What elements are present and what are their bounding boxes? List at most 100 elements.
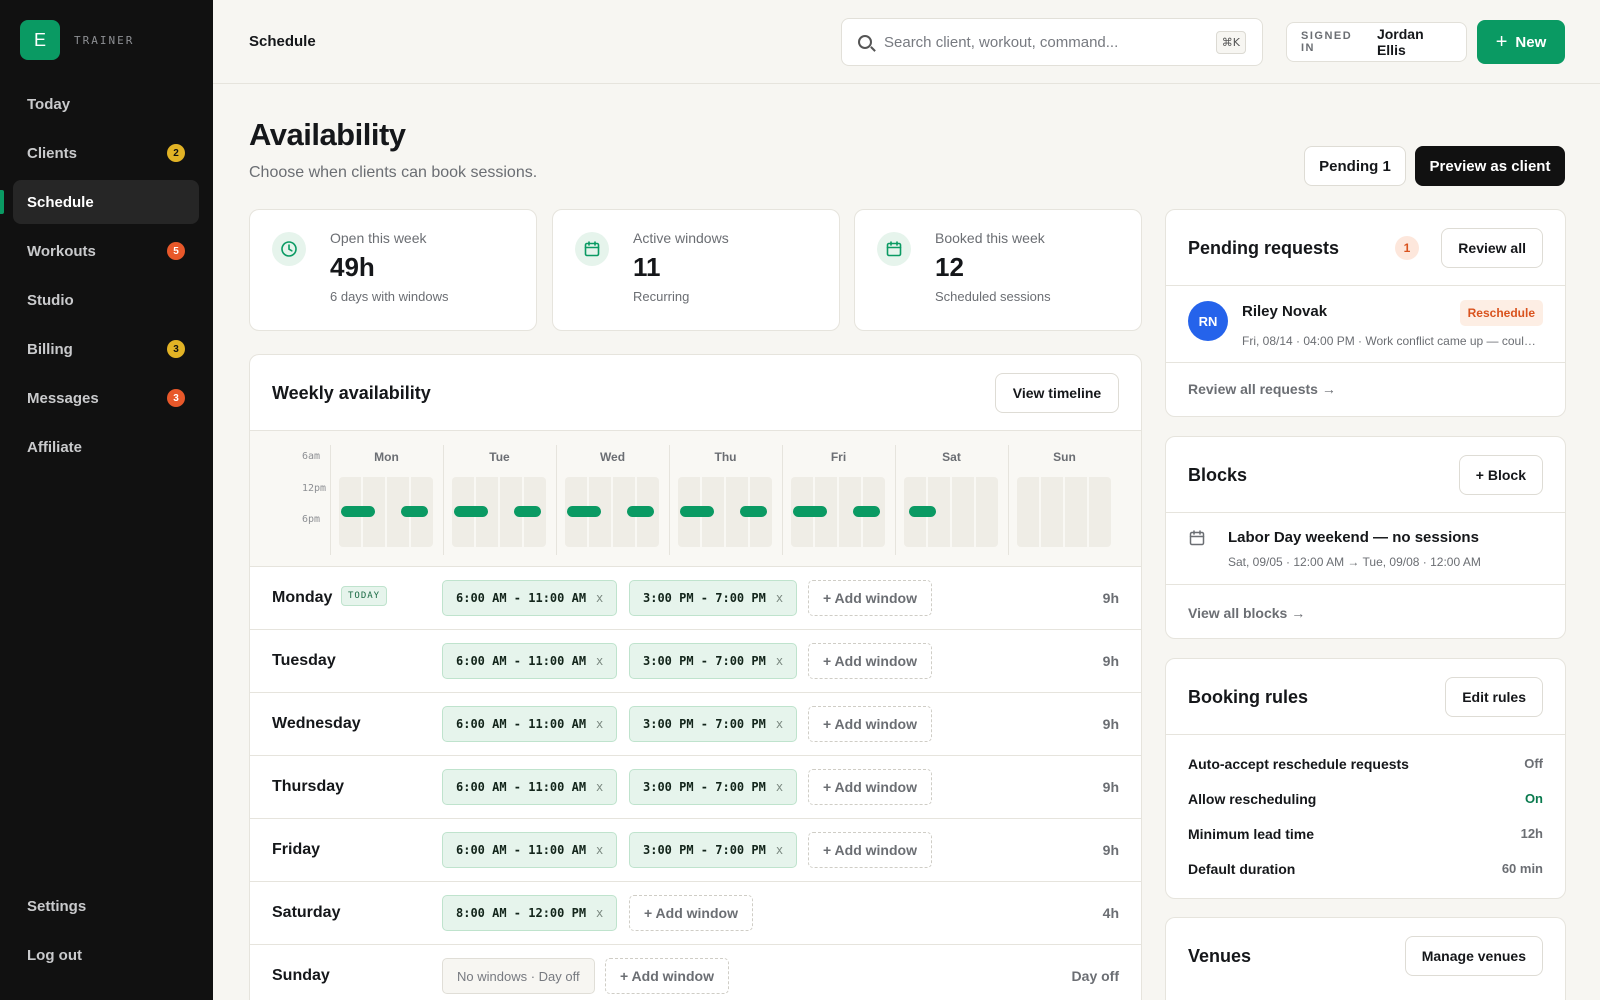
request-item[interactable]: RN Riley Novak Reschedule Fri, 08/14 · 0… — [1166, 286, 1565, 363]
sidebar-item-messages[interactable]: Messages 3 — [13, 376, 199, 420]
remove-window-icon[interactable]: x — [596, 843, 603, 857]
time-window-chip[interactable]: 3:00 PM - 7:00 PM x — [629, 706, 798, 742]
day-total: 4h — [1102, 905, 1119, 921]
rule-row: Default duration 60 min — [1188, 861, 1543, 877]
availability-bar — [454, 506, 488, 517]
day-column-sat[interactable]: Sat — [895, 445, 1007, 555]
day-column-wed[interactable]: Wed — [556, 445, 668, 555]
day-row-friday: Friday 6:00 AM - 11:00 AM x 3:00 PM - 7:0… — [250, 819, 1141, 882]
count-badge: 5 — [167, 242, 185, 260]
block-item[interactable]: Labor Day weekend — no sessions Sat, 09/… — [1166, 513, 1565, 585]
day-column-sun[interactable]: Sun — [1008, 445, 1120, 555]
day-column-fri[interactable]: Fri — [782, 445, 894, 555]
day-total: 9h — [1102, 653, 1119, 669]
rule-value: 60 min — [1501, 861, 1543, 876]
stat-value: 49h — [330, 252, 375, 282]
rule-label: Minimum lead time — [1188, 826, 1315, 842]
preview-as-client-button[interactable]: Preview as client — [1415, 146, 1565, 186]
time-window-label: 3:00 PM - 7:00 PM — [643, 717, 766, 731]
day-label: Wed — [599, 450, 626, 464]
day-column-tue[interactable]: Tue — [443, 445, 555, 555]
time-window-label: 6:00 AM - 11:00 AM — [456, 780, 587, 794]
availability-bar — [740, 506, 767, 517]
rule-label: Default duration — [1188, 861, 1296, 877]
search-input[interactable]: Search client, workout, command... ⌘K — [841, 18, 1263, 66]
remove-window-icon[interactable]: x — [776, 843, 783, 857]
day-label: Fri — [830, 450, 847, 464]
time-window-chip[interactable]: 3:00 PM - 7:00 PM x — [629, 580, 798, 616]
add-window-button[interactable]: + Add window — [808, 643, 932, 679]
day-name: Thursday — [272, 778, 345, 795]
page-title: Availability — [249, 117, 406, 152]
reschedule-tag: Reschedule — [1459, 300, 1543, 326]
time-window-chip[interactable]: 6:00 AM - 11:00 AM x — [442, 832, 618, 868]
pending-button[interactable]: Pending 1 — [1304, 146, 1406, 186]
sidebar-item-studio[interactable]: Studio — [13, 278, 199, 322]
sidebar-item-logout[interactable]: Log out — [13, 933, 199, 977]
add-window-button[interactable]: + Add window — [808, 832, 932, 868]
view-all-blocks-link[interactable]: View all blocks → — [1188, 605, 1305, 621]
remove-window-icon[interactable]: x — [776, 591, 783, 605]
sidebar-item-label: Clients — [27, 144, 78, 162]
remove-window-icon[interactable]: x — [776, 780, 783, 794]
remove-window-icon[interactable]: x — [596, 717, 603, 731]
manage-venues-button[interactable]: Manage venues — [1404, 936, 1543, 976]
day-cell — [1017, 477, 1111, 547]
review-all-requests-link[interactable]: Review all requests → — [1188, 381, 1336, 397]
sidebar-item-clients[interactable]: Clients 2 — [13, 131, 199, 175]
time-window-chip[interactable]: 3:00 PM - 7:00 PM x — [629, 832, 798, 868]
logo-text: TRAINER — [74, 33, 135, 47]
time-window-chip[interactable]: 6:00 AM - 11:00 AM x — [442, 769, 618, 805]
sidebar-item-settings[interactable]: Settings — [13, 884, 199, 928]
edit-rules-button[interactable]: Edit rules — [1445, 677, 1543, 717]
day-column-thu[interactable]: Thu — [669, 445, 781, 555]
breadcrumb[interactable]: Schedule — [249, 33, 316, 50]
add-window-button[interactable]: + Add window — [808, 706, 932, 742]
time-window-chip[interactable]: 6:00 AM - 11:00 AM x — [442, 706, 618, 742]
sidebar-item-workouts[interactable]: Workouts 5 — [13, 229, 199, 273]
card-header: Weekly availability View timeline — [250, 355, 1141, 431]
sidebar-nav: Today Clients 2 Schedule Workouts 5 Studio… — [0, 82, 199, 474]
calendar-icon — [877, 232, 911, 266]
sidebar-bottom: Settings Log out — [13, 884, 199, 982]
new-button[interactable]: + New — [1477, 20, 1565, 64]
stat-value: 12 — [935, 252, 964, 282]
remove-window-icon[interactable]: x — [596, 591, 603, 605]
add-window-button[interactable]: + Add window — [808, 580, 932, 616]
add-window-button[interactable]: + Add window — [629, 895, 753, 931]
remove-window-icon[interactable]: x — [596, 906, 603, 920]
rule-value: 12h — [1520, 826, 1543, 841]
page-subtitle: Choose when clients can book sessions. — [249, 164, 538, 181]
add-window-button[interactable]: + Add window — [605, 958, 729, 994]
day-label: Sun — [1053, 450, 1076, 464]
sidebar-item-today[interactable]: Today — [13, 82, 199, 126]
stat-note: Scheduled sessions — [935, 289, 1051, 304]
review-all-button[interactable]: Review all — [1441, 228, 1543, 268]
sidebar: E TRAINER Today Clients 2 Schedule Workou… — [0, 0, 213, 1000]
day-label: Mon — [374, 450, 399, 464]
signed-in-user[interactable]: SIGNED IN Jordan Ellis — [1286, 22, 1467, 62]
time-window-label: 6:00 AM - 11:00 AM — [456, 654, 587, 668]
logo[interactable]: E TRAINER — [20, 20, 134, 60]
time-window-chip[interactable]: 3:00 PM - 7:00 PM x — [629, 643, 798, 679]
time-window-label: 3:00 PM - 7:00 PM — [643, 780, 766, 794]
remove-window-icon[interactable]: x — [596, 780, 603, 794]
view-timeline-button[interactable]: View timeline — [995, 373, 1119, 413]
remove-window-icon[interactable]: x — [776, 654, 783, 668]
panel-title: Pending requests — [1188, 238, 1340, 258]
day-column-mon[interactable]: Mon — [330, 445, 442, 555]
time-window-chip[interactable]: 6:00 AM - 11:00 AM x — [442, 643, 618, 679]
week-overview-grid: 6am 12pm 6pm Mon Tue Wed Thu Fri Sat Sun — [250, 431, 1141, 567]
time-window-chip[interactable]: 8:00 AM - 12:00 PM x — [442, 895, 618, 931]
sidebar-item-affiliate[interactable]: Affiliate — [13, 425, 199, 469]
sidebar-item-schedule[interactable]: Schedule — [0, 180, 199, 224]
remove-window-icon[interactable]: x — [776, 717, 783, 731]
remove-window-icon[interactable]: x — [596, 654, 603, 668]
sidebar-item-billing[interactable]: Billing 3 — [13, 327, 199, 371]
time-window-chip[interactable]: 3:00 PM - 7:00 PM x — [629, 769, 798, 805]
topbar: Schedule Search client, workout, command… — [213, 0, 1600, 84]
add-window-button[interactable]: + Add window — [808, 769, 932, 805]
time-label: 6am — [302, 451, 321, 462]
add-block-button[interactable]: + Block — [1458, 455, 1543, 495]
time-window-chip[interactable]: 6:00 AM - 11:00 AM x — [442, 580, 618, 616]
